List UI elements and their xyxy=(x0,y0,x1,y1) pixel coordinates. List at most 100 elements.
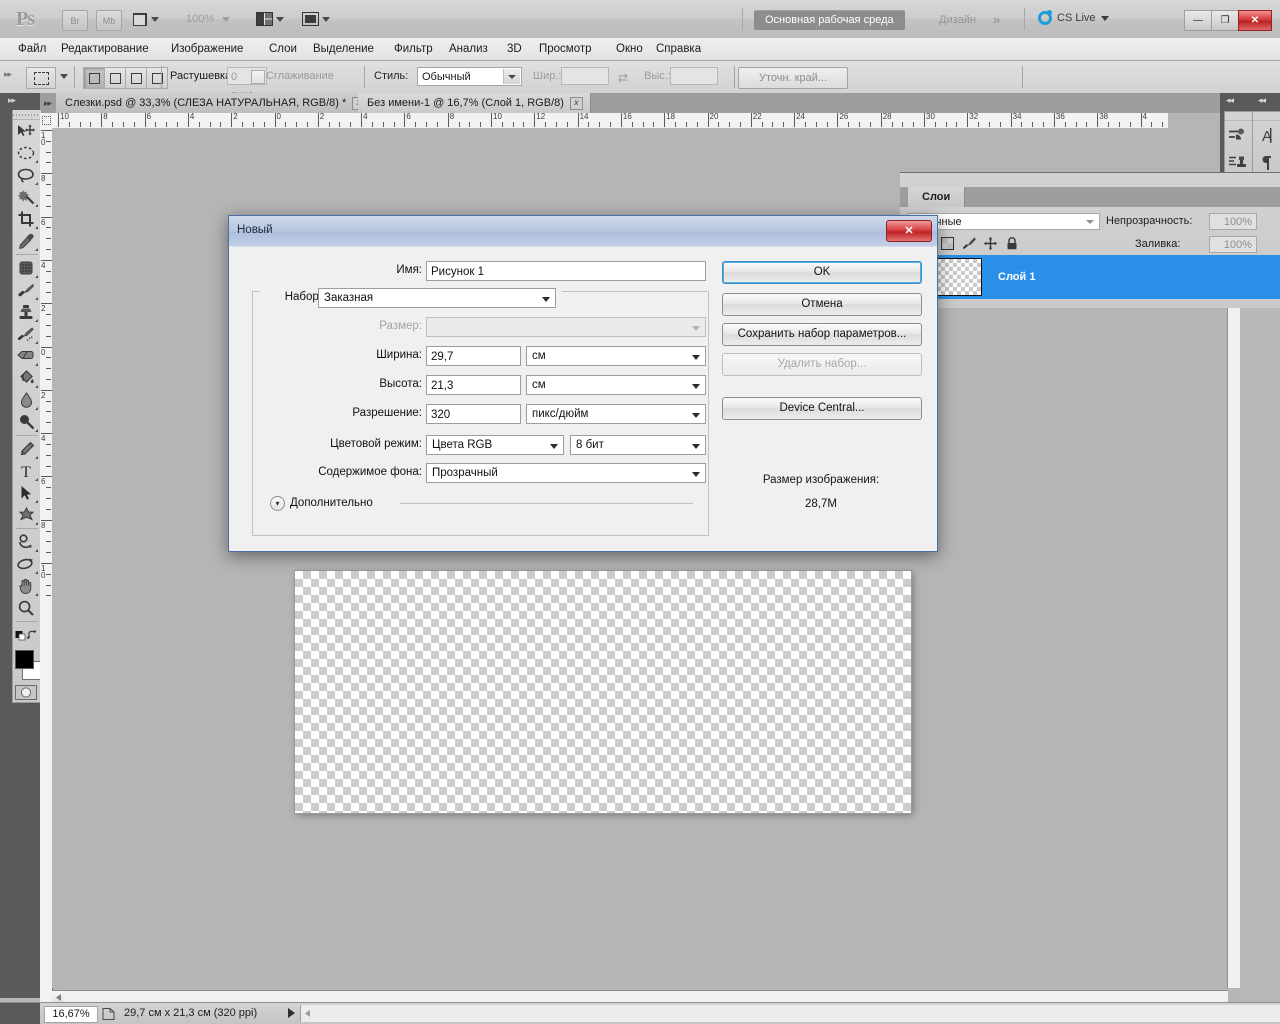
workspace-design-button[interactable]: Дизайн xyxy=(928,10,987,30)
launch-bridge-button[interactable]: Br xyxy=(62,10,88,31)
minimize-button[interactable]: — xyxy=(1184,10,1212,31)
document-profile-icon[interactable] xyxy=(100,1007,116,1021)
gradient-tool[interactable] xyxy=(13,367,39,389)
color-swatches[interactable] xyxy=(13,648,41,682)
history-brush-tool[interactable] xyxy=(13,323,39,345)
blur-tool[interactable] xyxy=(13,389,39,411)
options-bar-grip[interactable]: ▸▸ xyxy=(4,69,12,80)
opacity-value[interactable]: 100% xyxy=(1209,213,1257,230)
status-menu-arrow-icon[interactable] xyxy=(288,1008,295,1018)
intersect-selection-button[interactable] xyxy=(146,67,168,89)
height-input[interactable] xyxy=(670,67,718,85)
style-dropdown[interactable]: Обычный xyxy=(417,67,522,86)
zoom-tool[interactable] xyxy=(13,597,39,619)
fill-value[interactable]: 100% xyxy=(1209,236,1257,253)
move-tool[interactable] xyxy=(13,120,39,142)
new-selection-button[interactable] xyxy=(83,67,105,89)
brush-tool[interactable] xyxy=(13,279,39,301)
workspace-more-button[interactable]: » xyxy=(993,12,1000,27)
3d-orbit-tool[interactable] xyxy=(13,553,39,575)
menu-select[interactable]: Выделение xyxy=(305,38,382,60)
view-extras-button[interactable] xyxy=(132,9,159,29)
antialias-checkbox[interactable] xyxy=(251,70,265,84)
menu-layers[interactable]: Слои xyxy=(261,38,305,60)
toolbox-grip[interactable] xyxy=(13,110,41,120)
type-tool[interactable]: T xyxy=(13,460,39,482)
hand-tool[interactable] xyxy=(13,575,39,597)
foreground-color-swatch[interactable] xyxy=(15,650,34,669)
screen-mode-button[interactable] xyxy=(302,9,330,29)
document-tab-untitled[interactable]: Без имени-1 @ 16,7% (Слой 1, RGB/8) x xyxy=(358,93,591,113)
preset-dropdown[interactable]: Заказная xyxy=(318,288,556,308)
size-dropdown[interactable] xyxy=(426,317,706,337)
menu-edit[interactable]: Редактирование xyxy=(53,38,157,60)
menu-3d[interactable]: 3D xyxy=(499,38,530,60)
status-zoom-field[interactable]: 16,67% xyxy=(44,1006,98,1023)
clone-stamp-tool[interactable] xyxy=(13,301,39,323)
panel-grip[interactable] xyxy=(1225,112,1253,121)
name-input[interactable]: Рисунок 1 xyxy=(426,261,706,281)
delete-preset-button[interactable]: Удалить набор... xyxy=(722,353,922,376)
layer-row-sloy-1[interactable]: Слой 1 xyxy=(900,255,1280,299)
close-icon[interactable]: x xyxy=(569,96,583,110)
refine-edge-button[interactable]: Уточн. край... xyxy=(738,67,848,89)
lock-all-icon[interactable] xyxy=(1006,237,1018,253)
width-input[interactable] xyxy=(561,67,609,85)
menu-filter[interactable]: Фильтр xyxy=(386,38,441,60)
custom-shape-tool[interactable] xyxy=(13,504,39,526)
quick-mask-button[interactable] xyxy=(13,682,39,702)
height-input[interactable]: 21,3 xyxy=(426,375,521,395)
zoom-dropdown[interactable] xyxy=(222,9,230,29)
3d-rotate-tool[interactable] xyxy=(13,531,39,553)
elliptical-marquee-tool[interactable] xyxy=(13,142,39,164)
menu-analysis[interactable]: Анализ xyxy=(441,38,496,60)
panel-grip[interactable] xyxy=(1253,112,1280,121)
bitdepth-dropdown[interactable]: 8 бит xyxy=(570,435,706,455)
height-unit-dropdown[interactable]: см xyxy=(526,375,706,395)
lock-image-icon[interactable] xyxy=(962,237,976,253)
path-selection-tool[interactable] xyxy=(13,482,39,504)
horizontal-ruler[interactable]: 10 8 6 4 2 0 2 4 6 8 10 12 14 16 18 20 22 24 26 28 30 32 34 36 3… xyxy=(52,113,1168,129)
status-scroll-area[interactable] xyxy=(300,1005,1280,1022)
colormode-dropdown[interactable]: Цвета RGB xyxy=(426,435,564,455)
artboard-transparent-canvas[interactable] xyxy=(295,571,911,813)
close-button[interactable]: ✕ xyxy=(1238,10,1272,31)
width-input[interactable]: 29,7 xyxy=(426,346,521,366)
width-unit-dropdown[interactable]: см xyxy=(526,346,706,366)
tab-bar-grip[interactable]: ▸▸ xyxy=(44,98,52,109)
dialog-title-bar[interactable] xyxy=(229,216,937,246)
menu-file[interactable]: Файл xyxy=(10,38,54,60)
layer-name[interactable]: Слой 1 xyxy=(998,271,1035,283)
eraser-tool[interactable] xyxy=(13,345,39,367)
adjustments-panel-button[interactable] xyxy=(1225,121,1251,149)
save-preset-button[interactable]: Сохранить набор параметров... xyxy=(722,323,922,346)
cancel-button[interactable]: Отмена xyxy=(722,293,922,316)
lock-transparency-icon[interactable] xyxy=(941,237,954,253)
device-central-button[interactable]: Device Central... xyxy=(722,397,922,420)
character-panel-button[interactable]: A xyxy=(1253,121,1279,149)
restore-button[interactable]: ❐ xyxy=(1211,10,1239,31)
default-colors-button[interactable] xyxy=(13,624,39,646)
crop-tool[interactable] xyxy=(13,208,39,230)
menu-help[interactable]: Справка xyxy=(648,38,709,60)
collapse-panels-left-button[interactable]: ◂◂ xyxy=(1226,95,1234,106)
eyedropper-tool[interactable] xyxy=(13,230,39,252)
dodge-tool[interactable] xyxy=(13,411,39,433)
dialog-close-button[interactable]: ✕ xyxy=(886,220,932,242)
pen-tool[interactable] xyxy=(13,438,39,460)
background-dropdown[interactable]: Прозрачный xyxy=(426,463,706,483)
document-tab-slezki[interactable]: Слезки.psd @ 33,3% (СЛЕЗА НАТУРАЛЬНАЯ, R… xyxy=(56,93,374,113)
launch-mini-bridge-button[interactable]: Mb xyxy=(96,10,122,31)
collapse-panels-right-button[interactable]: ◂◂ xyxy=(1258,95,1266,106)
menu-image[interactable]: Изображение xyxy=(163,38,251,60)
tool-preset-chevron-icon[interactable] xyxy=(60,74,68,79)
advanced-disclosure-button[interactable]: ▾ xyxy=(270,496,285,511)
add-selection-button[interactable] xyxy=(104,67,126,89)
resolution-unit-dropdown[interactable]: пикс/дюйм xyxy=(526,404,706,424)
tab-layers[interactable]: Слои xyxy=(908,187,966,207)
lasso-tool[interactable] xyxy=(13,164,39,186)
arrange-documents-button[interactable] xyxy=(256,9,284,29)
ok-button[interactable]: OK xyxy=(722,261,922,284)
toolbar-collapse-button[interactable]: ▸▸ xyxy=(8,95,40,108)
cs-live-button[interactable]: CS Live xyxy=(1038,10,1109,25)
